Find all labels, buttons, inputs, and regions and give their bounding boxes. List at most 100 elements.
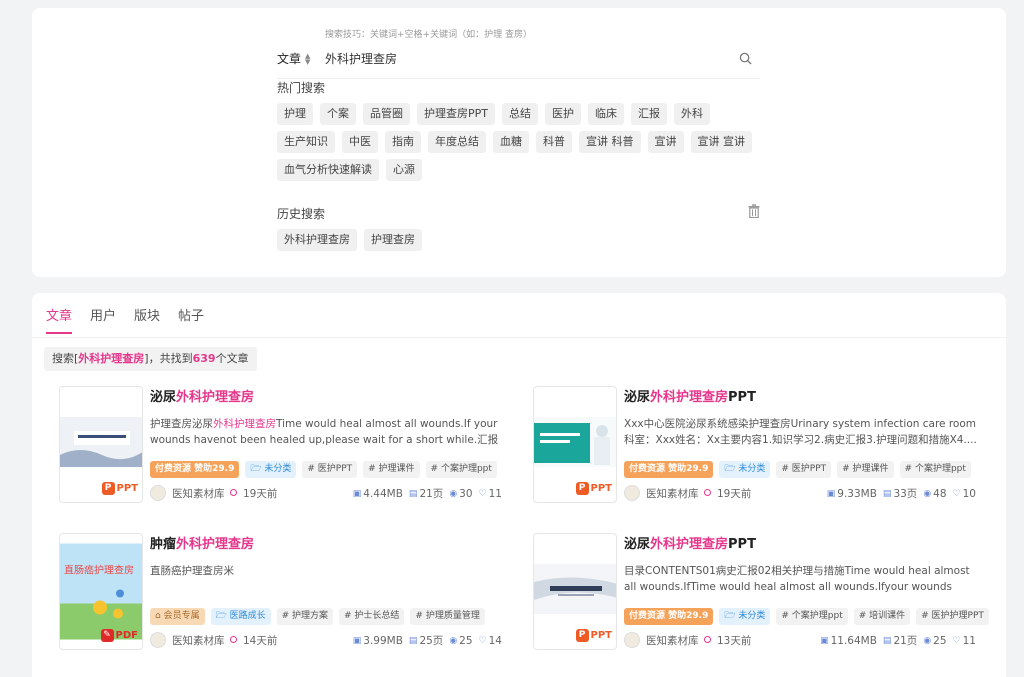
card-tags: 付费资源 赞助29.9 🗁 未分类 # 医护PPT # 护理课件 # 个案护理ppt [150, 461, 497, 478]
hot-tag[interactable]: 汇报 [631, 103, 667, 125]
card-tag-cat[interactable]: 🗁 医路成长 [210, 608, 271, 625]
desc-prefix: 目录CONTENTS01病史汇报02相关护理与措施Time would heal… [624, 565, 970, 593]
thumbnail[interactable]: P PPT [59, 386, 143, 503]
card-tag-plain[interactable]: # 护理课件 [837, 461, 894, 478]
thumbnail[interactable]: P PPT [533, 533, 617, 650]
hot-tag[interactable]: 中医 [342, 131, 378, 153]
card-tag-plain[interactable]: # 医护护理PPT [916, 608, 989, 625]
hot-tag[interactable]: 临床 [588, 103, 624, 125]
hot-tag[interactable]: 宣讲 宣讲 [690, 131, 752, 153]
card-tags: 付费资源 赞助29.9 🗁 未分类 # 个案护理ppt # 培训课件 # 医护护理PPT [624, 608, 989, 625]
ppt-badge[interactable]: P PPT [101, 480, 138, 496]
card-tag-paid[interactable]: 付费资源 赞助29.9 [150, 461, 240, 478]
hot-tag[interactable]: 宣讲 科普 [579, 131, 641, 153]
title-prefix: 泌尿 [150, 390, 177, 405]
file-size-value: 4.44MB [363, 487, 403, 500]
avatar[interactable] [150, 632, 166, 648]
avatar[interactable] [150, 485, 166, 501]
history-tag[interactable]: 外科护理查房 [277, 229, 357, 251]
hot-tag[interactable]: 个案 [320, 103, 356, 125]
card-tag-plain[interactable]: # 医护PPT [776, 461, 832, 478]
card-tag-plain[interactable]: # 医护PPT [302, 461, 358, 478]
file-size: ▣ 4.44MB [353, 488, 403, 500]
hot-tag[interactable]: 护理查房PPT [417, 103, 495, 125]
summary-prefix: 搜索[ [52, 352, 79, 365]
ppt-badge[interactable]: P PPT [575, 627, 612, 643]
pdf-badge[interactable]: ✎ PDF [100, 627, 138, 643]
hot-tag[interactable]: 血气分析快速解读 [277, 159, 379, 181]
title-keyword: 外科护理查房 [650, 390, 729, 405]
card-body: 泌尿外科护理查房 护理查房泌尿外科护理查房Time would heal almo… [150, 386, 505, 501]
card-title[interactable]: 泌尿外科护理查房PPT [624, 386, 979, 405]
search-input[interactable] [325, 51, 725, 66]
card-tag-plain[interactable]: # 护理质量管理 [410, 608, 485, 625]
hot-tag[interactable]: 品管圈 [363, 103, 410, 125]
hot-tag[interactable]: 心源 [386, 159, 422, 181]
card-title[interactable]: 肿瘤外科护理查房 [150, 533, 505, 552]
tab-2[interactable]: 版块 [134, 305, 160, 334]
file-size-icon: ▣ [820, 635, 829, 646]
hot-tag[interactable]: 科普 [536, 131, 572, 153]
post-time: 19天前 [230, 486, 277, 501]
card-tag-paid[interactable]: 付费资源 赞助29.9 [624, 608, 714, 625]
hot-tag[interactable]: 护理 [277, 103, 313, 125]
title-keyword: 外科护理查房 [650, 537, 729, 552]
card-meta: 医知素材库 14天前 ▣ 3.99MB ▤ 25页 ◉ 25 ♡ 14 [150, 632, 502, 648]
hot-tag[interactable]: 医护 [545, 103, 581, 125]
author-name[interactable]: 医知素材库 [172, 633, 225, 648]
title-prefix: 泌尿 [624, 390, 651, 405]
search-panel: 搜索技巧：关键词+空格+关键词（如：护理 查房） 文章 ▲▼ 热门搜索 护理个案… [32, 8, 1006, 277]
tab-3[interactable]: 帖子 [178, 305, 204, 334]
thumbnail[interactable]: P PPT [533, 386, 617, 503]
history-tag[interactable]: 护理查房 [364, 229, 422, 251]
page-count: ▤ 25页 [409, 633, 443, 648]
card-tag-plain[interactable]: # 个案护理ppt [425, 461, 497, 478]
card-tag-cat[interactable]: 🗁 未分类 [719, 461, 771, 478]
card-tag-plain[interactable]: # 个案护理ppt [776, 608, 848, 625]
search-type-select[interactable]: 文章 ▲ ▼ [277, 50, 325, 67]
file-type-label: PPT [590, 482, 612, 494]
result-card[interactable]: P PPT 泌尿外科护理查房PPT 目录CONTENTS01病史汇报02相关护理与措施… [533, 533, 989, 658]
title-prefix: 泌尿 [624, 537, 651, 552]
result-card[interactable]: P PPT 泌尿外科护理查房 护理查房泌尿外科护理查房Time would heal … [59, 386, 509, 511]
tab-1[interactable]: 用户 [90, 305, 116, 334]
ppt-icon: P [575, 481, 589, 495]
card-tag-plain[interactable]: # 培训课件 [853, 608, 911, 625]
card-tag-plain[interactable]: # 护理课件 [363, 461, 420, 478]
hot-search-title: 热门搜索 [277, 81, 326, 95]
avatar[interactable] [624, 632, 640, 648]
hot-tag[interactable]: 血糖 [493, 131, 529, 153]
hot-tag[interactable]: 生产知识 [277, 131, 335, 153]
author-name[interactable]: 医知素材库 [646, 633, 699, 648]
hot-tag[interactable]: 指南 [385, 131, 421, 153]
search-icon[interactable] [739, 52, 752, 65]
trash-icon[interactable] [748, 204, 760, 218]
card-title[interactable]: 泌尿外科护理查房PPT [624, 533, 979, 552]
title-keyword: 外科护理查房 [176, 390, 255, 405]
hot-tag[interactable]: 总结 [502, 103, 538, 125]
card-tag-cat[interactable]: 🗁 未分类 [245, 461, 297, 478]
result-card[interactable]: P PPT 泌尿外科护理查房PPT Xxx中心医院泌尿系统感染护理查房Urinary … [533, 386, 983, 511]
avatar[interactable] [624, 485, 640, 501]
card-tag-paid[interactable]: 付费资源 赞助29.9 [624, 461, 714, 478]
hot-tag[interactable]: 宣讲 [647, 131, 684, 153]
author-name[interactable]: 医知素材库 [172, 486, 225, 501]
tab-0[interactable]: 文章 [46, 305, 73, 334]
card-tag-plain[interactable]: # 个案护理ppt [899, 461, 971, 478]
card-tag-plain[interactable]: # 护士长总结 [339, 608, 405, 625]
view-icon: ◉ [449, 635, 458, 646]
file-size-value: 9.33MB [837, 487, 877, 500]
hot-tag[interactable]: 外科 [674, 103, 710, 125]
result-card[interactable]: 直肠癌护理查房 ✎ PDF 肿瘤外科护理查房 直肠癌护理查房米 ⌂ 会员专属 🗁 医路成长 #… [59, 533, 509, 658]
card-tag-cat[interactable]: 🗁 未分类 [719, 608, 771, 625]
card-title[interactable]: 泌尿外科护理查房 [150, 386, 505, 405]
author-name[interactable]: 医知素材库 [646, 486, 699, 501]
view-count: ◉ 48 [923, 488, 946, 500]
card-tag-member[interactable]: ⌂ 会员专属 [150, 608, 205, 625]
card-tag-plain[interactable]: # 护理方案 [276, 608, 334, 625]
ppt-badge[interactable]: P PPT [575, 480, 612, 496]
card-description: 目录CONTENTS01病史汇报02相关护理与措施Time would heal… [624, 563, 979, 595]
summary-middle: ]，共找到 [144, 352, 193, 365]
thumbnail[interactable]: 直肠癌护理查房 ✎ PDF [59, 533, 143, 650]
hot-tag[interactable]: 年度总结 [428, 131, 486, 153]
